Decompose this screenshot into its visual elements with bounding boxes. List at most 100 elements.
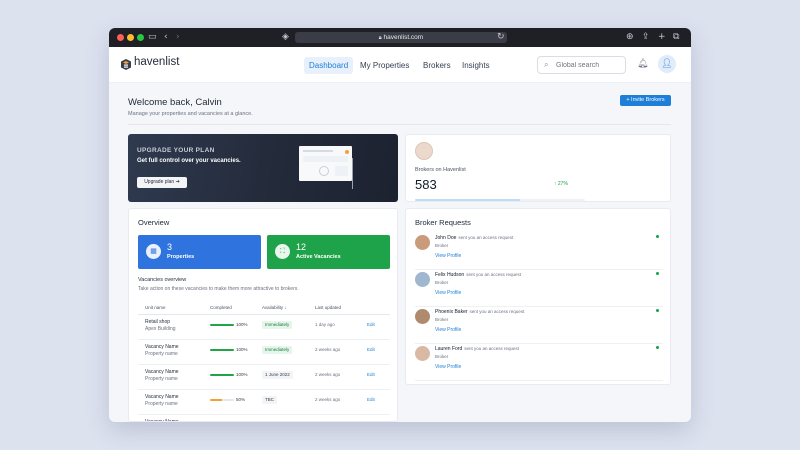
vacancies-overview-subtitle: Take action on these vacancies to make t… [138, 286, 299, 292]
broker-request-item: Lauren Ford sent you an access request Bro… [415, 344, 663, 381]
upgrade-plan-button[interactable]: Upgrade plan ➔ [137, 177, 187, 188]
request-action-text: sent you an access request [464, 346, 520, 351]
availability-badge: Immediately [262, 321, 293, 329]
share-icon[interactable]: ⇪ [642, 31, 650, 43]
expand-icon: ⛶ [275, 244, 290, 259]
dashboard-illustration [299, 146, 352, 181]
completion-fill [210, 349, 234, 351]
properties-tile[interactable]: ▦ 3 Properties [138, 235, 261, 269]
arrow-right-icon: ➔ [175, 179, 180, 185]
close-window-button[interactable] [117, 34, 124, 41]
unit-name: Vacancy Name [145, 394, 179, 400]
address-bar[interactable]: 🔒︎ havenlist.com [295, 32, 507, 43]
url-text: havenlist.com [383, 34, 424, 41]
view-profile-link[interactable]: View Profile [435, 253, 461, 259]
illustration-header [303, 150, 333, 152]
illustration-circle [319, 166, 329, 176]
app-logo-text[interactable]: havenlist [134, 56, 179, 68]
broker-role: Broker [435, 243, 449, 248]
broker-avatar [415, 309, 430, 324]
availability-badge: TBC [262, 396, 277, 404]
forward-arrow-icon[interactable]: › [176, 31, 180, 43]
global-search[interactable]: ⌕ [537, 56, 626, 74]
tab-brokers[interactable]: Brokers [418, 57, 456, 74]
column-header-unit[interactable]: Unit name [145, 305, 166, 310]
brokers-label: Brokers on Havenlist [415, 167, 466, 173]
tab-dashboard[interactable]: Dashboard [304, 57, 354, 74]
last-updated: 2 weeks ago [315, 372, 341, 377]
table-row[interactable]: Vacancy Name [138, 415, 390, 421]
vacancies-count: 12 [296, 242, 307, 252]
upgrade-banner: UPGRADE YOUR PLAN Get full control over … [128, 134, 398, 202]
user-avatar[interactable]: 👤︎ [658, 55, 676, 73]
view-profile-link[interactable]: View Profile [435, 364, 461, 370]
upgrade-plan-label: Upgrade plan [144, 179, 175, 185]
header-divider [128, 124, 671, 125]
completion-percent: 100% [236, 372, 248, 377]
table-row[interactable]: Vacancy Name Property name 50% TBC 2 weeks a… [138, 390, 390, 415]
request-action-text: sent you an access request [469, 309, 525, 314]
invite-brokers-button[interactable]: + Invite Brokers [620, 95, 671, 106]
completion-percent: 100% [236, 322, 248, 327]
sidebar-toggle-icon[interactable]: ▭ [148, 31, 157, 43]
column-header-updated[interactable]: Last updated [315, 305, 341, 310]
bell-icon[interactable]: 🔔︎ [637, 59, 648, 69]
download-icon[interactable]: ⊕ [626, 31, 634, 43]
completion-bar [210, 349, 234, 351]
search-icon: ⌕ [544, 60, 549, 69]
illustration-row [303, 156, 348, 162]
illustration-accent [345, 150, 349, 154]
completion-bar [210, 399, 234, 401]
page-title: Welcome back, Calvin [128, 97, 222, 108]
search-input[interactable] [556, 60, 622, 71]
view-profile-link[interactable]: View Profile [435, 327, 461, 333]
app-navbar: havenlist Dashboard My Properties Broker… [109, 47, 691, 83]
unread-indicator [656, 235, 659, 238]
broker-request-item: Phoenix Baker sent you an access request B… [415, 307, 663, 344]
tabs-overview-icon[interactable]: ⧉ [673, 31, 679, 43]
back-arrow-icon[interactable]: ‹ [164, 31, 168, 43]
completion-fill [210, 324, 234, 326]
shield-icon[interactable]: ◈ [282, 31, 289, 43]
unit-name: Vacancy Name [145, 369, 179, 375]
unit-name: Vacancy Name [145, 344, 179, 350]
edit-link[interactable]: Edit [367, 397, 375, 402]
view-profile-link[interactable]: View Profile [435, 290, 461, 296]
properties-count: 3 [167, 242, 173, 252]
request-action-text: sent you an access request [458, 235, 514, 240]
table-row[interactable]: Vacancy Name Property name 100% 1 June 2022… [138, 365, 390, 390]
last-updated: 2 weeks ago [315, 397, 341, 402]
overview-card: Overview ▦ 3 Properties ⛶ 12 Active Vaca… [128, 208, 398, 422]
tab-my-properties[interactable]: My Properties [355, 57, 414, 74]
column-header-completed[interactable]: Completed [210, 305, 232, 310]
column-header-availability[interactable]: Availability ↓ [262, 305, 287, 310]
minimize-window-button[interactable] [127, 34, 134, 41]
properties-label: Properties [167, 254, 195, 260]
edit-link[interactable]: Edit [367, 322, 375, 327]
completion-bar [210, 324, 234, 326]
illustration-stand [352, 158, 353, 189]
illustration-block [335, 166, 348, 176]
edit-link[interactable]: Edit [367, 372, 375, 377]
broker-request-item: Felix Hudson sent you an access request Br… [415, 270, 663, 307]
zoom-window-button[interactable] [137, 34, 144, 41]
havenlist-logo-icon [121, 59, 131, 70]
availability-badge: Immediately [262, 346, 293, 354]
new-tab-icon[interactable]: + [658, 31, 666, 43]
vacancies-overview-title: Vacancies overview [138, 277, 187, 283]
completion-fill [210, 374, 234, 376]
broker-requests-title: Broker Requests [415, 218, 471, 227]
broker-role: Broker [435, 354, 449, 359]
browser-window: ▭ ‹ › ◈ 🔒︎ havenlist.com ↻ ⊕ ⇪ + ⧉ haven… [109, 28, 691, 422]
broker-name: John Doe [435, 235, 457, 241]
broker-role: Broker [435, 280, 449, 285]
table-row[interactable]: Vacancy Name Property name 100% Immediately… [138, 340, 390, 365]
tab-insights[interactable]: Insights [457, 57, 495, 74]
reload-icon[interactable]: ↻ [497, 31, 505, 43]
edit-link[interactable]: Edit [367, 347, 375, 352]
brokers-progress-fill [415, 199, 521, 201]
unread-indicator [656, 309, 659, 312]
vacancies-tile[interactable]: ⛶ 12 Active Vacancies [267, 235, 390, 269]
last-updated: 2 weeks ago [315, 347, 341, 352]
table-row[interactable]: Retail shop Apex Building 100% Immediately 1… [138, 315, 390, 340]
